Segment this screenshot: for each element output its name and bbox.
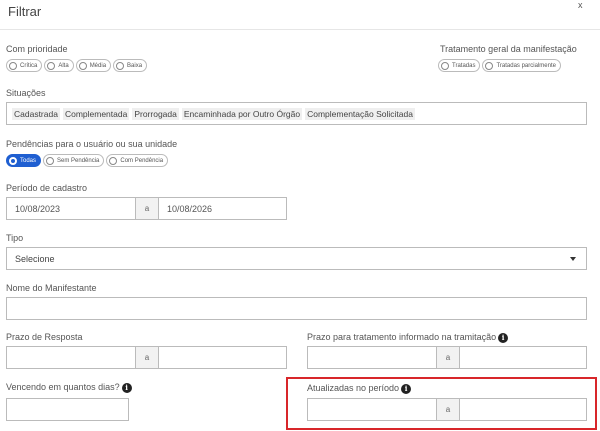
situacao-tag[interactable]: Complementação Solicitada xyxy=(305,107,415,120)
radio-label: Média xyxy=(89,62,107,69)
vencendo-input[interactable] xyxy=(6,398,129,421)
situacao-tag[interactable]: Encaminhada por Outro Órgão xyxy=(181,107,303,120)
radio-dot-icon xyxy=(46,156,55,165)
radio-dot-icon xyxy=(441,61,449,70)
prazo-resposta-from-input[interactable] xyxy=(6,346,136,369)
periodo-cadastro-from-input[interactable]: 10/08/2023 xyxy=(6,197,136,220)
prazo-resposta-to-input[interactable] xyxy=(158,346,287,369)
radio-label: Com Pendência xyxy=(120,157,164,164)
radio-label: Todas xyxy=(20,157,37,164)
radio-todas[interactable]: Todas xyxy=(6,154,42,167)
pendencias-radio-group: Todas Sem Pendência Com Pendência xyxy=(6,154,169,167)
tratamento-label: Tratamento geral da manifestação xyxy=(440,44,577,54)
nome-manifestante-label: Nome do Manifestante xyxy=(6,283,97,293)
prazo-tratamento-separator: a xyxy=(437,346,459,369)
prioridade-radio-group: Crítica Alta Média Baixa xyxy=(6,59,148,72)
pendencias-label: Pendências para o usuário ou sua unidade xyxy=(6,139,178,149)
modal-title: Filtrar xyxy=(8,4,42,19)
prazo-resposta-label: Prazo de Resposta xyxy=(6,332,83,342)
periodo-cadastro-separator: a xyxy=(136,197,158,220)
prioridade-label: Com prioridade xyxy=(6,44,68,54)
radio-tratadas-parcialmente[interactable]: Tratadas parcialmente xyxy=(482,59,561,72)
tipo-select[interactable]: Selecione xyxy=(6,247,587,270)
prazo-resposta-separator: a xyxy=(136,346,158,369)
radio-sem-pendencia[interactable]: Sem Pendência xyxy=(43,154,105,167)
periodo-cadastro-label: Período de cadastro xyxy=(6,183,88,193)
radio-dot-icon xyxy=(47,61,56,70)
prazo-tratamento-from-input[interactable] xyxy=(307,346,437,369)
nome-manifestante-input[interactable] xyxy=(6,297,587,320)
chevron-down-icon xyxy=(570,257,576,261)
tipo-label: Tipo xyxy=(6,233,24,243)
radio-label: Sem Pendência xyxy=(57,157,100,164)
situacoes-multiselect[interactable]: Cadastrada Complementada Prorrogada Enca… xyxy=(6,102,587,125)
info-icon[interactable]: i xyxy=(121,382,132,393)
info-icon[interactable]: i xyxy=(498,332,509,343)
periodo-cadastro-to-input[interactable]: 10/08/2026 xyxy=(158,197,287,220)
close-icon[interactable]: x xyxy=(578,0,583,10)
radio-dot-icon xyxy=(9,61,17,70)
situacoes-label: Situações xyxy=(6,88,46,98)
radio-baixa[interactable]: Baixa xyxy=(113,59,148,72)
radio-dot-icon xyxy=(109,156,118,165)
radio-dot-icon xyxy=(485,61,494,70)
radio-dot-icon xyxy=(9,156,17,165)
radio-dot-icon xyxy=(78,61,87,70)
radio-alta[interactable]: Alta xyxy=(44,59,74,72)
radio-tratadas[interactable]: Tratadas xyxy=(438,59,481,72)
prazo-tratamento-label-text: Prazo para tratamento informado na trami… xyxy=(307,332,497,342)
header-divider xyxy=(0,29,600,30)
prazo-tratamento-label: Prazo para tratamento informado na trami… xyxy=(307,332,509,343)
situacao-tag[interactable]: Prorrogada xyxy=(132,107,179,120)
situacao-tag[interactable]: Cadastrada xyxy=(12,107,60,120)
situacao-tag[interactable]: Complementada xyxy=(62,107,130,120)
highlight-box xyxy=(286,377,597,430)
radio-critica[interactable]: Crítica xyxy=(6,59,43,72)
prazo-tratamento-to-input[interactable] xyxy=(459,346,587,369)
radio-com-pendencia[interactable]: Com Pendência xyxy=(106,154,169,167)
radio-label: Baixa xyxy=(127,62,143,69)
vencendo-label-text: Vencendo em quantos dias? xyxy=(6,382,120,392)
radio-label: Crítica xyxy=(20,62,38,69)
radio-label: Alta xyxy=(58,62,69,69)
radio-label: Tratadas parcialmente xyxy=(496,62,556,69)
radio-label: Tratadas xyxy=(452,62,476,69)
vencendo-label: Vencendo em quantos dias? i xyxy=(6,382,132,393)
radio-dot-icon xyxy=(116,61,125,70)
tratamento-radio-group: Tratadas Tratadas parcialmente xyxy=(438,59,561,72)
tipo-selected-value: Selecione xyxy=(15,253,55,264)
radio-media[interactable]: Média xyxy=(75,59,112,72)
